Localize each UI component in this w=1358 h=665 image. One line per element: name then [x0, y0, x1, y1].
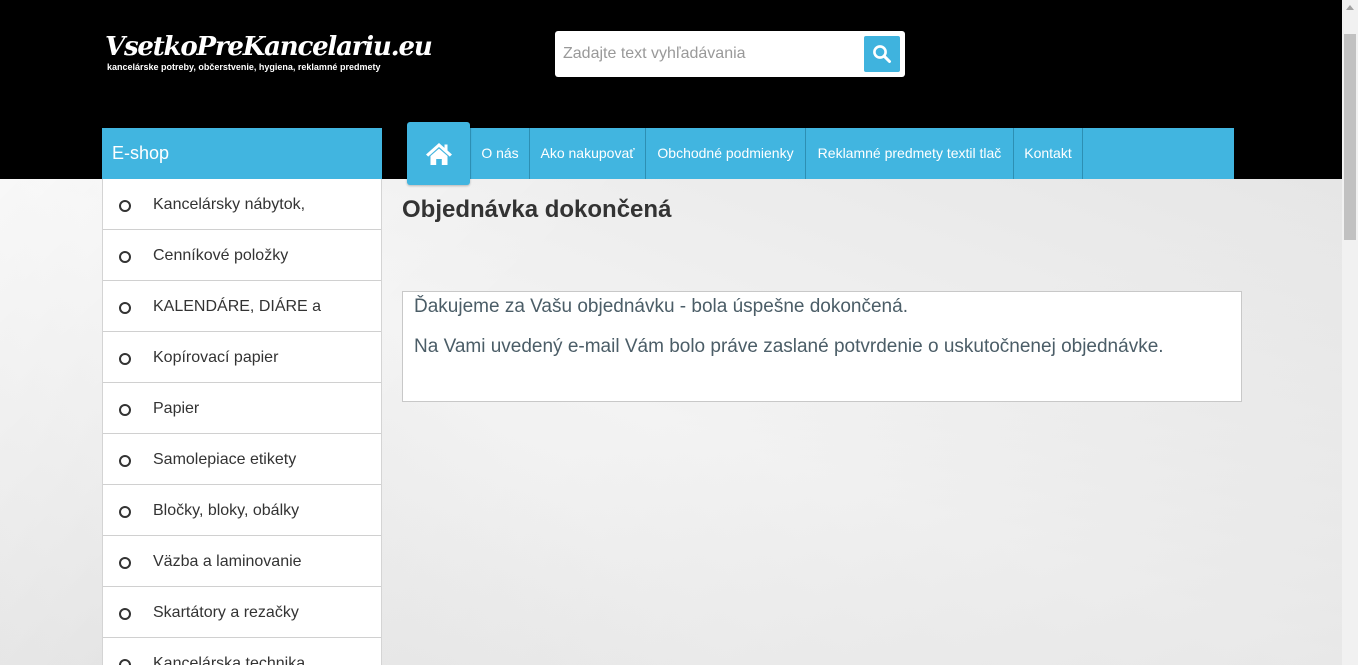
nav-item-reklamne-predmety[interactable]: Reklamné predmety textil tlač — [806, 128, 1013, 179]
eshop-sidebar: E-shop Kancelársky nábytok, Cenníkové po… — [102, 128, 382, 665]
nav-home-button[interactable] — [407, 122, 470, 185]
category-list: Kancelársky nábytok, Cenníkové položky K… — [102, 179, 382, 665]
sidebar-item-label: Samolepiace etikety — [153, 451, 297, 468]
sidebar-item-blocky-bloky-obalky[interactable]: Bločky, bloky, obálky — [103, 485, 381, 536]
sidebar-item-kopirovaci-papier[interactable]: Kopírovací papier — [103, 332, 381, 383]
sidebar-item-label: Papier — [153, 400, 200, 417]
bullet-circle-icon — [119, 251, 131, 263]
bullet-circle-icon — [119, 659, 131, 665]
nav-separator — [1082, 128, 1083, 179]
search-icon — [873, 45, 891, 63]
sidebar-item-label: Bločky, bloky, obálky — [153, 502, 300, 519]
sidebar-item-papier[interactable]: Papier — [103, 383, 381, 434]
bullet-circle-icon — [119, 608, 131, 620]
search-button[interactable] — [864, 36, 900, 72]
logo-title: VsetkoPreKancelariu.eu — [105, 32, 433, 62]
bullet-circle-icon — [119, 200, 131, 212]
sidebar-item-label: Väzba a laminovanie — [153, 553, 302, 570]
bullet-circle-icon — [119, 506, 131, 518]
vertical-scrollbar[interactable] — [1342, 0, 1358, 665]
sidebar-item-skartatory-a-rezacky[interactable]: Skartátory a rezačky — [103, 587, 381, 638]
bullet-circle-icon — [119, 455, 131, 467]
bullet-circle-icon — [119, 302, 131, 314]
sidebar-title: E-shop — [102, 128, 382, 179]
sidebar-item-kancelarsky-nabytok[interactable]: Kancelársky nábytok, — [103, 179, 381, 230]
sidebar-item-vazba-a-laminovanie[interactable]: Väzba a laminovanie — [103, 536, 381, 587]
nav-item-o-nas[interactable]: O nás — [471, 128, 529, 179]
sidebar-item-label: Kancelársky nábytok, — [153, 196, 306, 213]
sidebar-item-label: KALENDÁRE, DIÁRE a — [153, 298, 322, 315]
scrollbar-thumb[interactable] — [1344, 34, 1356, 240]
home-icon — [425, 142, 452, 165]
bullet-circle-icon — [119, 404, 131, 416]
nav-item-obchodne-podmienky[interactable]: Obchodné podmienky — [646, 128, 805, 179]
site-logo[interactable]: VsetkoPreKancelariu.eu kancelárske potre… — [105, 32, 433, 72]
sidebar-item-label: Kancelárska technika — [153, 655, 306, 665]
email-confirmation-message: Na Vami uvedený e-mail Vám bolo práve za… — [414, 336, 1164, 357]
sidebar-item-label: Kopírovací papier — [153, 349, 279, 366]
nav-item-ako-nakupovat[interactable]: Ako nakupovať — [530, 128, 645, 179]
sidebar-item-kancelarska-technika[interactable]: Kancelárska technika — [103, 638, 381, 665]
search-box — [555, 31, 905, 77]
sidebar-item-label: Skartátory a rezačky — [153, 604, 299, 621]
sidebar-item-cennikove-polozky[interactable]: Cenníkové položky — [103, 230, 381, 281]
logo-subtitle: kancelárske potreby, občerstvenie, hygie… — [107, 62, 381, 72]
sidebar-item-kalendare-diare[interactable]: KALENDÁRE, DIÁRE a — [103, 281, 381, 332]
bullet-circle-icon — [119, 557, 131, 569]
search-input[interactable] — [555, 31, 855, 77]
scroll-up-arrow-icon[interactable] — [1346, 5, 1354, 10]
page-title: Objednávka dokončená — [402, 196, 672, 223]
sidebar-item-label: Cenníkové položky — [153, 247, 289, 264]
main-nav: O nás Ako nakupovať Obchodné podmienky R… — [407, 122, 1234, 185]
bullet-circle-icon — [119, 353, 131, 365]
sidebar-item-samolepiace-etikety[interactable]: Samolepiace etikety — [103, 434, 381, 485]
nav-item-kontakt[interactable]: Kontakt — [1014, 128, 1082, 179]
confirmation-message: Ďakujeme za Vašu objednávku - bola úspeš… — [414, 296, 908, 317]
order-confirmation-box: Ďakujeme za Vašu objednávku - bola úspeš… — [402, 291, 1242, 402]
